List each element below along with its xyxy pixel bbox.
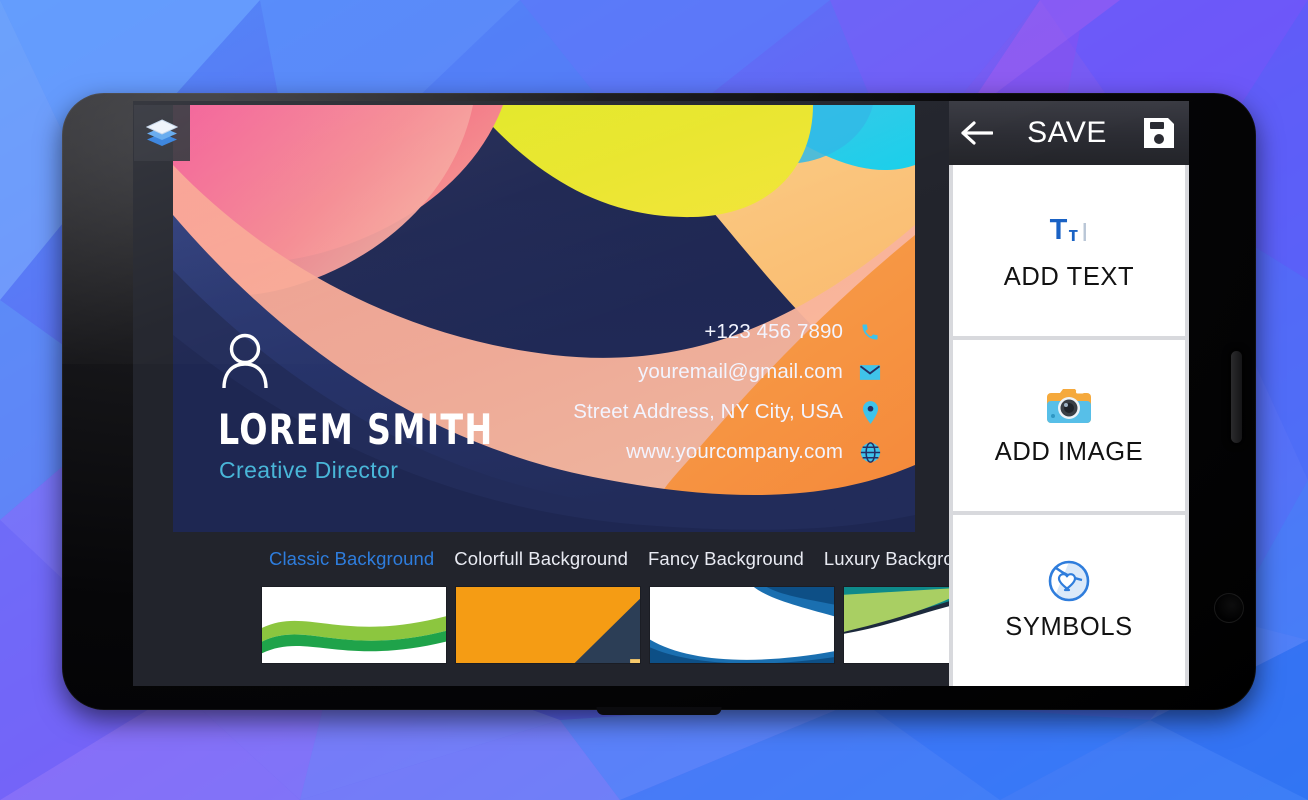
layers-icon <box>146 119 178 146</box>
business-card-canvas[interactable]: LOREM SMITH Creative Director +123 456 7… <box>173 105 915 532</box>
contact-row-address: Street Address, NY City, USA <box>481 400 881 424</box>
background-selector: Classic Background Colorfull Background … <box>133 532 1029 686</box>
arrow-left-icon[interactable] <box>961 120 993 146</box>
contact-row-website: www.yourcompany.com <box>481 440 881 464</box>
person-icon <box>222 333 268 388</box>
globe-icon <box>859 440 881 464</box>
add-image-label: ADD IMAGE <box>994 438 1144 466</box>
tab-classic-background[interactable]: Classic Background <box>269 548 434 570</box>
thumbnail-green-wave[interactable] <box>261 586 447 664</box>
panel-header: SAVE <box>949 101 1189 165</box>
tab-colorfull-background[interactable]: Colorfull Background <box>454 548 628 570</box>
phone-screen: LOREM SMITH Creative Director +123 456 7… <box>133 101 1189 686</box>
camera-icon <box>1046 384 1092 428</box>
tab-fancy-background[interactable]: Fancy Background <box>648 548 804 570</box>
phone-icon <box>859 320 881 344</box>
floppy-disk-icon[interactable] <box>1141 115 1177 151</box>
sticker-heart-icon <box>1048 559 1090 603</box>
thumbnail-blue-wave[interactable] <box>649 586 835 664</box>
panel-title: SAVE <box>1027 116 1107 149</box>
contact-row-phone: +123 456 7890 <box>481 320 881 344</box>
symbols-button[interactable]: SYMBOLS <box>953 515 1185 686</box>
contact-phone-text: +123 456 7890 <box>704 320 843 343</box>
text-tool-icon: TтI <box>1049 214 1089 248</box>
phone-chin <box>596 707 722 715</box>
add-image-button[interactable]: ADD IMAGE <box>953 340 1185 511</box>
location-pin-icon <box>859 400 881 424</box>
contact-email-text: youremail@gmail.com <box>638 360 843 383</box>
panel-actions: TтI ADD TEXT ADD IMAGE SYMBOLS <box>953 165 1185 686</box>
side-panel: SAVE TтI ADD TEXT ADD IMAGE SYMBOLS <box>949 101 1189 686</box>
power-button[interactable] <box>1231 351 1242 443</box>
home-button[interactable] <box>1214 593 1244 623</box>
background-thumbnails <box>261 586 1029 664</box>
contact-row-email: youremail@gmail.com <box>481 360 881 384</box>
envelope-icon <box>859 360 881 384</box>
symbols-label: SYMBOLS <box>1005 613 1133 641</box>
card-role: Creative Director <box>219 457 399 483</box>
contact-address-text: Street Address, NY City, USA <box>573 400 843 423</box>
add-text-label: ADD TEXT <box>1003 263 1135 291</box>
add-text-button[interactable]: TтI ADD TEXT <box>953 165 1185 336</box>
thumbnail-orange-navy[interactable] <box>455 586 641 664</box>
editor-area: LOREM SMITH Creative Director +123 456 7… <box>133 101 1029 686</box>
phone-device: LOREM SMITH Creative Director +123 456 7… <box>62 93 1256 715</box>
layers-button[interactable] <box>134 105 190 161</box>
card-contacts: +123 456 7890 youremail@gmail.com Street… <box>481 320 881 464</box>
background-tabs: Classic Background Colorfull Background … <box>269 548 985 570</box>
contact-website-text: www.yourcompany.com <box>626 440 843 463</box>
card-name: LOREM SMITH <box>218 405 494 454</box>
